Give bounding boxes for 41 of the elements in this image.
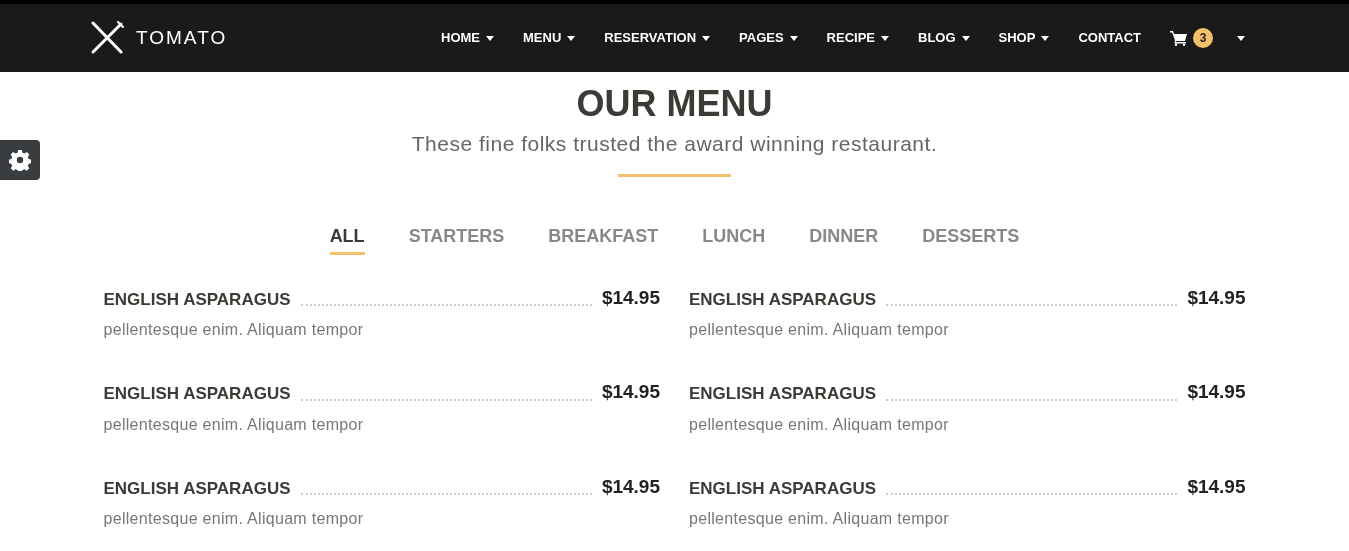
menu-tab[interactable]: DINNER — [809, 222, 879, 255]
nav-link[interactable]: BLOG — [918, 28, 970, 48]
dish-description: pellentesque enim. Aliquam tempor — [103, 509, 365, 529]
dish-name: ENGLISH ASPARAGUS — [689, 383, 877, 405]
dish-description: pellentesque enim. Aliquam tempor — [689, 509, 950, 529]
cart-icon — [1170, 30, 1187, 46]
cart-link[interactable]: 3 — [1170, 28, 1245, 48]
settings-button[interactable] — [0, 140, 40, 180]
dish-name: ENGLISH ASPARAGUS — [689, 477, 877, 500]
cart-count-badge: 3 — [1193, 28, 1213, 48]
dish-price: $14.95 — [1187, 285, 1246, 310]
dish-name: ENGLISH ASPARAGUS — [103, 383, 291, 405]
nav-link[interactable]: SHOP — [998, 28, 1050, 48]
settings-icon — [9, 149, 31, 171]
dish-name: ENGLISH ASPARAGUS — [103, 288, 291, 311]
dish-name: ENGLISH ASPARAGUS — [103, 477, 291, 500]
nav-link[interactable]: PAGES — [739, 28, 798, 48]
dish-price: $14.95 — [1187, 380, 1246, 404]
menu-tab[interactable]: STARTERS — [408, 222, 505, 255]
menu-tab[interactable]: ALL — [329, 222, 365, 255]
dish-name: ENGLISH ASPARAGUS — [689, 288, 877, 311]
nav-link[interactable]: MENU — [523, 28, 576, 48]
nav-link[interactable]: HOME — [441, 28, 494, 48]
dish-description: pellentesque enim. Aliquam tempor — [689, 414, 950, 435]
dish-price: $14.95 — [601, 474, 660, 499]
menu-tab[interactable]: DESSERTS — [922, 222, 1020, 255]
menu-tab[interactable]: BREAKFAST — [548, 222, 659, 255]
dish-price: $14.95 — [601, 285, 660, 310]
nav-link[interactable]: CONTACT — [1078, 28, 1141, 48]
cutlery-logo-icon — [90, 21, 124, 55]
section-title: OUR MENU — [576, 82, 773, 126]
dish-description: pellentesque enim. Aliquam tempor — [103, 414, 365, 435]
section-subtitle: These fine folks trusted the award winning restaurant. — [411, 131, 938, 157]
dish-price: $14.95 — [1187, 474, 1246, 499]
dish-price: $14.95 — [601, 380, 660, 404]
brand-name[interactable]: TOMATO — [136, 23, 228, 53]
nav-link[interactable]: RECIPE — [826, 28, 889, 48]
menu-tab[interactable]: LUNCH — [702, 222, 766, 255]
nav-link[interactable]: RESERVATION — [604, 28, 711, 48]
dish-description: pellentesque enim. Aliquam tempor — [689, 320, 950, 340]
dish-description: pellentesque enim. Aliquam tempor — [103, 320, 365, 340]
